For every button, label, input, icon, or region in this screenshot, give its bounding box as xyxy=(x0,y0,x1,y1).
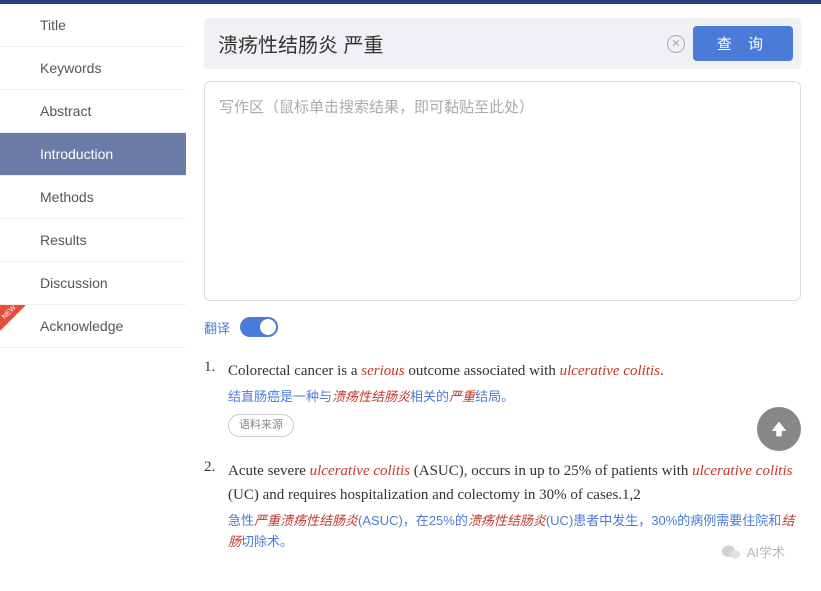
main-content: ✕ 查 询 写作区（鼠标单击搜索结果，即可黏贴至此处） 翻译 1. Colore… xyxy=(186,4,821,591)
scroll-top-button[interactable] xyxy=(757,407,801,451)
search-row: ✕ 查 询 xyxy=(204,18,801,69)
result-number: 1. xyxy=(204,359,228,437)
sidebar-item-title[interactable]: Title xyxy=(0,4,186,47)
sidebar-item-results[interactable]: Results xyxy=(0,219,186,262)
sidebar-item-discussion[interactable]: Discussion xyxy=(0,262,186,305)
write-area[interactable]: 写作区（鼠标单击搜索结果，即可黏贴至此处） xyxy=(204,81,801,301)
sidebar-item-label: Acknowledge xyxy=(40,318,123,334)
translate-row: 翻译 xyxy=(204,317,801,337)
wechat-icon xyxy=(721,543,741,561)
translate-label: 翻译 xyxy=(204,318,230,337)
result-item[interactable]: 1. Colorectal cancer is a serious outcom… xyxy=(204,359,801,437)
result-body: Colorectal cancer is a serious outcome a… xyxy=(228,359,801,437)
query-button[interactable]: 查 询 xyxy=(693,26,793,61)
watermark-text: AI学术 xyxy=(747,542,785,561)
watermark: AI学术 xyxy=(721,542,785,561)
sidebar-item-abstract[interactable]: Abstract xyxy=(0,90,186,133)
sidebar-item-introduction[interactable]: Introduction xyxy=(0,133,186,176)
result-item[interactable]: 2. Acute severe ulcerative colitis (ASUC… xyxy=(204,459,801,553)
source-chip[interactable]: 语料来源 xyxy=(228,414,294,438)
search-input[interactable] xyxy=(212,30,659,57)
result-body: Acute severe ulcerative colitis (ASUC), … xyxy=(228,459,801,553)
arrow-up-icon xyxy=(768,418,790,440)
sidebar-item-keywords[interactable]: Keywords xyxy=(0,47,186,90)
sidebar-item-acknowledge[interactable]: NEW Acknowledge xyxy=(0,305,186,348)
result-english: Acute severe ulcerative colitis (ASUC), … xyxy=(228,459,801,507)
new-badge: NEW xyxy=(0,305,38,348)
results-list: 1. Colorectal cancer is a serious outcom… xyxy=(204,359,801,553)
result-chinese: 结直肠癌是一种与溃疡性结肠炎相关的严重结局。 xyxy=(228,387,801,408)
sidebar: Title Keywords Abstract Introduction Met… xyxy=(0,4,186,591)
result-chinese: 急性严重溃疡性结肠炎(ASUC)，在25%的溃疡性结肠炎(UC)患者中发生，30… xyxy=(228,511,801,553)
result-number: 2. xyxy=(204,459,228,553)
result-english: Colorectal cancer is a serious outcome a… xyxy=(228,359,801,383)
sidebar-item-methods[interactable]: Methods xyxy=(0,176,186,219)
translate-toggle[interactable] xyxy=(240,317,278,337)
clear-icon[interactable]: ✕ xyxy=(667,35,685,53)
